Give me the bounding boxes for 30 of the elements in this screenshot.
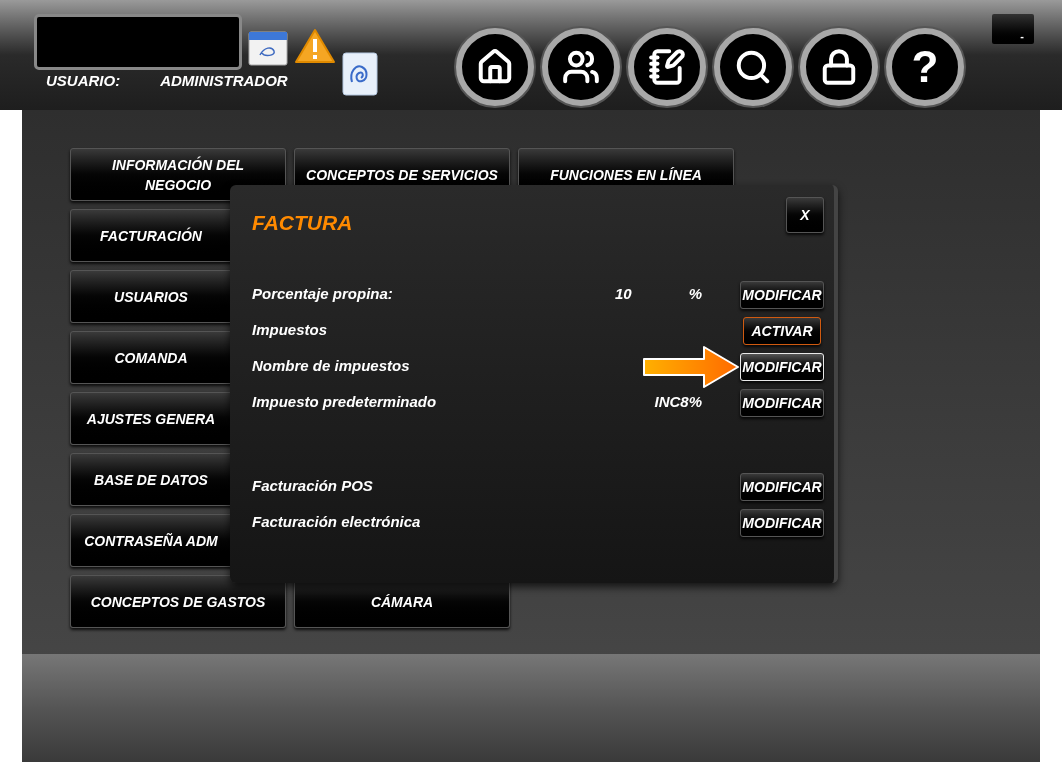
modify-button[interactable]: MODIFICAR [740, 352, 824, 381]
lock-button[interactable] [800, 28, 878, 106]
notes-button[interactable] [628, 28, 706, 106]
modify-button[interactable]: MODIFICAR [740, 508, 824, 537]
lock-icon [820, 48, 858, 86]
menu-button[interactable]: INFORMACIÓN DEL NEGOCIO [70, 148, 286, 201]
home-icon [476, 48, 514, 86]
arrow-icon [642, 344, 740, 389]
notepad-pencil-icon [648, 48, 686, 86]
home-button[interactable] [456, 28, 534, 106]
calendar-icon [248, 28, 288, 66]
search-button[interactable] [714, 28, 792, 106]
modify-button[interactable]: MODIFICAR [740, 472, 824, 501]
minimize-button[interactable]: - [992, 14, 1034, 44]
users-icon [562, 48, 600, 86]
user-label: USUARIO: [46, 71, 121, 91]
search-icon [734, 48, 772, 86]
fingerprint-icon[interactable] [342, 52, 378, 96]
warning-icon [294, 28, 336, 64]
help-button[interactable]: ? [886, 28, 964, 106]
setting-value: INC8% [654, 392, 702, 413]
close-button[interactable]: X [786, 197, 824, 233]
user-name: ADMINISTRADOR [160, 71, 288, 91]
users-button[interactable] [542, 28, 620, 106]
modify-button[interactable]: MODIFICAR [740, 388, 824, 417]
unit-label: % [688, 284, 702, 305]
menu-button[interactable]: CONCEPTOS DE GASTOS [70, 575, 286, 628]
modify-button[interactable]: MODIFICAR [740, 280, 824, 309]
setting-value: 10 [614, 284, 632, 305]
activate-button[interactable]: ACTIVAR [743, 316, 821, 345]
